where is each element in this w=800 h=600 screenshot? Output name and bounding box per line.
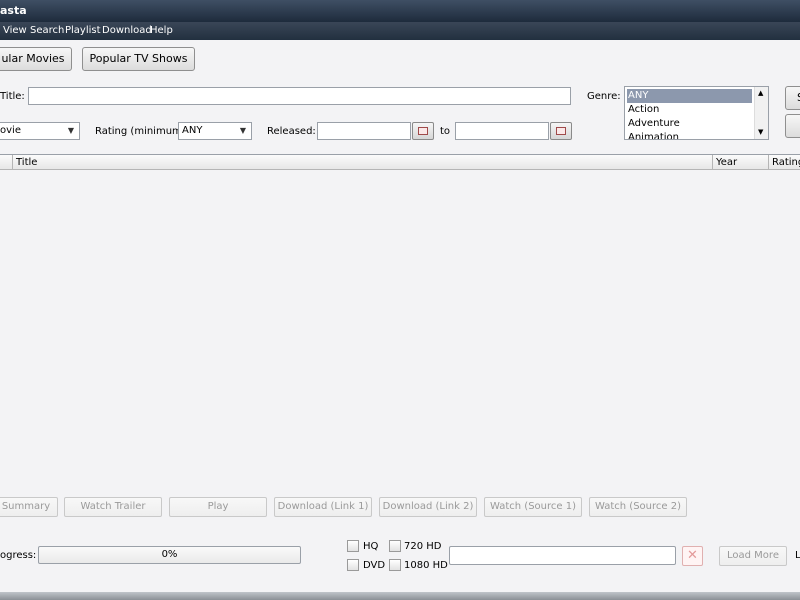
- 1080hd-checkbox[interactable]: [389, 559, 401, 571]
- play-button[interactable]: Play: [169, 497, 267, 517]
- released-from-calendar-button[interactable]: [412, 122, 434, 140]
- 1080hd-label: 1080 HD: [404, 560, 448, 571]
- released-from-input[interactable]: [317, 122, 411, 140]
- results-table[interactable]: Title Year Rating: [0, 154, 800, 472]
- calendar-icon: [418, 127, 428, 135]
- released-to-calendar-button[interactable]: [550, 122, 572, 140]
- type-combo[interactable]: ovie ▼: [0, 122, 80, 140]
- popular-movies-button[interactable]: ular Movies: [0, 47, 72, 71]
- genre-item-adventure[interactable]: Adventure: [627, 117, 752, 131]
- progress-label: ogress:: [0, 550, 37, 561]
- watch-source-2-button[interactable]: Watch (Source 2): [589, 497, 687, 517]
- table-header-rating[interactable]: Rating: [769, 155, 800, 170]
- hq-label: HQ: [363, 541, 379, 552]
- genre-item-any[interactable]: ANY: [627, 89, 752, 103]
- rating-label: Rating (minimum):: [95, 126, 190, 137]
- cancel-x-icon: ✕: [687, 548, 698, 563]
- window-title: asta: [0, 4, 27, 17]
- genre-item-animation[interactable]: Animation: [627, 131, 752, 139]
- summary-button[interactable]: Summary: [0, 497, 58, 517]
- menu-search[interactable]: Search: [30, 25, 64, 36]
- table-header-year[interactable]: Year: [713, 155, 769, 170]
- table-header-title[interactable]: Title: [13, 155, 713, 170]
- download-link-1-button[interactable]: Download (Link 1): [274, 497, 372, 517]
- genre-list[interactable]: ANY Action Adventure Animation ▲ ▼: [624, 86, 769, 140]
- rating-combo[interactable]: ANY ▼: [178, 122, 252, 140]
- chevron-down-icon: ▼: [239, 126, 247, 135]
- menu-playlist[interactable]: Playlist: [65, 25, 101, 36]
- chevron-down-icon: ▼: [67, 126, 75, 135]
- title-bar: asta: [0, 0, 800, 22]
- title-input[interactable]: [28, 87, 571, 105]
- reset-button[interactable]: [785, 114, 800, 138]
- edge-label: L: [795, 550, 800, 561]
- menu-view[interactable]: View: [3, 25, 27, 36]
- load-more-button[interactable]: Load More: [719, 546, 787, 566]
- menu-help[interactable]: Help: [150, 25, 173, 36]
- watch-trailer-button[interactable]: Watch Trailer: [64, 497, 162, 517]
- status-field: [449, 546, 676, 565]
- hq-checkbox[interactable]: [347, 540, 359, 552]
- genre-scrollbar[interactable]: ▲ ▼: [754, 87, 768, 139]
- released-to-input[interactable]: [455, 122, 549, 140]
- progress-value: 0%: [161, 549, 178, 560]
- menu-download[interactable]: Download: [102, 25, 152, 36]
- calendar-icon: [556, 127, 566, 135]
- search-button[interactable]: S: [785, 86, 800, 110]
- progress-bar: 0%: [38, 546, 301, 564]
- download-link-2-button[interactable]: Download (Link 2): [379, 497, 477, 517]
- scroll-up-icon[interactable]: ▲: [758, 89, 763, 97]
- released-label: Released:: [267, 126, 316, 137]
- cancel-button[interactable]: ✕: [682, 546, 703, 566]
- genre-item-action[interactable]: Action: [627, 103, 752, 117]
- menu-bar: View Search Playlist Download Help: [0, 22, 800, 40]
- 720hd-checkbox[interactable]: [389, 540, 401, 552]
- rating-combo-value: ANY: [182, 125, 203, 136]
- dvd-label: DVD: [363, 560, 386, 571]
- table-header-index[interactable]: [0, 155, 13, 170]
- 720hd-label: 720 HD: [404, 541, 442, 552]
- genre-label: Genre:: [587, 91, 621, 102]
- scroll-down-icon[interactable]: ▼: [758, 128, 763, 136]
- popular-tv-shows-button[interactable]: Popular TV Shows: [82, 47, 195, 71]
- to-label: to: [440, 126, 451, 137]
- watch-source-1-button[interactable]: Watch (Source 1): [484, 497, 582, 517]
- dvd-checkbox[interactable]: [347, 559, 359, 571]
- window-bottom-border: [0, 592, 800, 600]
- title-label: Title:: [0, 91, 25, 102]
- type-combo-value: ovie: [0, 125, 21, 136]
